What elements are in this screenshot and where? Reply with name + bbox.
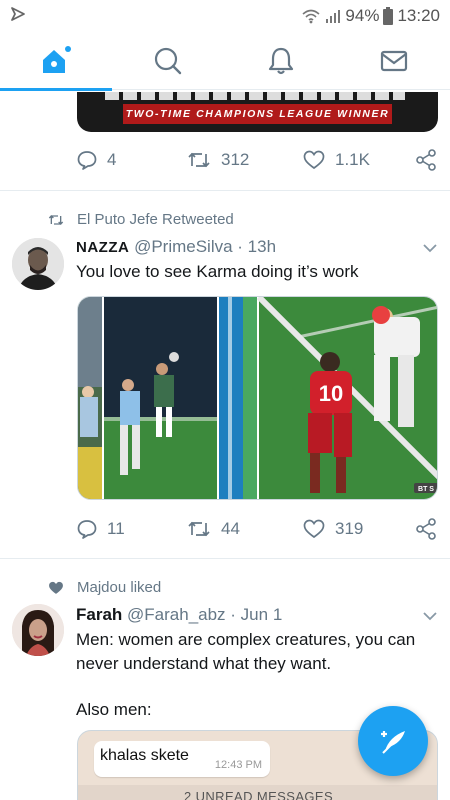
- home-icon: [43, 46, 71, 73]
- avatar-image: [12, 604, 64, 656]
- chevron-down-icon[interactable]: [422, 611, 438, 621]
- divider: [0, 558, 450, 559]
- compose-tweet-button[interactable]: [358, 706, 428, 776]
- user-handle[interactable]: @PrimeSilva: [134, 237, 233, 256]
- reply-button[interactable]: 4: [77, 145, 116, 175]
- tweet-text-line: never understand what they want.: [76, 654, 332, 673]
- battery-icon: [383, 7, 394, 25]
- retweet-button[interactable]: 44: [187, 514, 240, 544]
- status-indicators: 94% 13:20: [301, 5, 440, 27]
- tab-messages[interactable]: [338, 32, 450, 90]
- unread-banner: 2 UNREAD MESSAGES: [78, 785, 437, 800]
- reply-count: 11: [107, 519, 125, 538]
- heart-context-icon: [49, 581, 63, 594]
- like-count: 319: [335, 519, 364, 538]
- context-label: Majdou liked: [77, 579, 162, 596]
- chat-message: khalas skete: [100, 747, 189, 764]
- retweet-count: 44: [221, 519, 240, 538]
- tab-home[interactable]: [0, 32, 112, 90]
- unread-label: 2 UNREAD MESSAGES: [183, 789, 334, 800]
- like-button[interactable]: 1.1K: [303, 145, 370, 175]
- wifi-icon: [302, 9, 320, 24]
- signal-icon: [326, 10, 341, 23]
- search-icon: [154, 47, 182, 75]
- jersey-number: 10: [319, 381, 343, 406]
- tweet-1-media[interactable]: TWO-TIME CHAMPIONS LEAGUE WINNER: [77, 92, 438, 132]
- banner-stripe: TWO-TIME CHAMPIONS LEAGUE WINNER: [123, 104, 392, 124]
- share-button[interactable]: [415, 514, 437, 544]
- football-photo: 10 BT S: [78, 297, 437, 499]
- notification-app-icon: [11, 7, 25, 21]
- active-tab-indicator: [0, 88, 112, 91]
- bell-icon: [268, 47, 294, 75]
- tweet-2-context: El Puto Jefe Retweeted: [0, 208, 450, 232]
- like-button[interactable]: 319: [303, 514, 363, 544]
- tweet-2-actions: 11 44 319: [0, 514, 450, 544]
- tweet-text-line: Men: women are complex creatures, you ca…: [76, 630, 416, 649]
- chat-time: 12:43 PM: [214, 759, 262, 771]
- tab-search[interactable]: [112, 32, 224, 90]
- top-navigation: [0, 32, 450, 90]
- status-bar: 94% 13:20: [0, 0, 450, 32]
- retweet-button[interactable]: 312: [187, 145, 249, 175]
- share-icon: [416, 149, 436, 171]
- reply-icon: [77, 520, 97, 539]
- avatar-image: [12, 238, 64, 290]
- avatar[interactable]: [12, 238, 64, 290]
- retweet-count: 312: [221, 150, 250, 169]
- context-label: El Puto Jefe Retweeted: [77, 211, 234, 228]
- clock: 13:20: [397, 6, 440, 25]
- display-name[interactable]: Farah: [76, 605, 122, 624]
- timestamp: · 13h: [237, 237, 277, 256]
- tv-badge: BT S: [418, 486, 434, 493]
- retweet-context-icon: [48, 215, 64, 225]
- tweet-3-context: Majdou liked: [0, 576, 450, 600]
- retweet-icon: [188, 152, 210, 168]
- compose-feather-icon: [381, 731, 405, 754]
- tweet-2-media[interactable]: 10 BT S: [77, 296, 438, 500]
- reply-button[interactable]: 11: [77, 514, 125, 544]
- tweet-2-header: NAZZA @PrimeSilva · 13h: [76, 237, 276, 257]
- share-icon: [416, 518, 436, 540]
- banner-text: TWO-TIME CHAMPIONS LEAGUE WINNER: [125, 108, 390, 120]
- reply-count: 4: [107, 150, 117, 169]
- battery-percent: 94%: [345, 6, 380, 25]
- display-name[interactable]: NAZZA: [76, 239, 129, 256]
- avatar[interactable]: [12, 604, 64, 656]
- tweet-3-header: Farah @Farah_abz · Jun 1: [76, 605, 282, 625]
- tweet-1-actions: 4 312 1.1K: [0, 145, 450, 175]
- retweet-icon: [188, 521, 210, 537]
- mail-icon: [380, 50, 408, 72]
- tab-notifications[interactable]: [225, 32, 337, 90]
- reply-icon: [77, 151, 97, 170]
- tweet-text: You love to see Karma doing it’s work: [76, 262, 359, 281]
- chat-bubble: khalas skete 12:43 PM: [94, 741, 270, 777]
- like-count: 1.1K: [335, 150, 370, 169]
- share-button[interactable]: [415, 145, 437, 175]
- chevron-down-icon[interactable]: [422, 243, 438, 253]
- divider: [0, 190, 450, 191]
- banner-partial-heading: [105, 92, 405, 100]
- heart-icon: [303, 150, 325, 170]
- timestamp: · Jun 1: [230, 605, 283, 624]
- user-handle[interactable]: @Farah_abz: [127, 605, 226, 624]
- heart-icon: [303, 519, 325, 539]
